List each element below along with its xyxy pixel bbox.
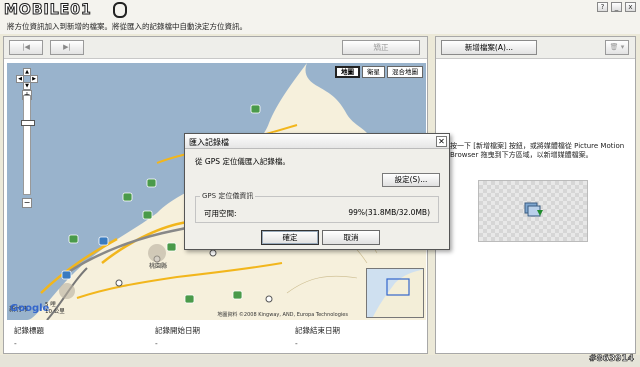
add-files-button[interactable]: 新增檔案(A)...	[441, 40, 537, 55]
record-title-value: -	[14, 339, 17, 348]
place-label-taoyuan: 桃園縣	[149, 263, 168, 270]
free-space-value: 99%(31.8MB/32.0MB)	[348, 208, 430, 217]
zoom-out-button[interactable]: −	[22, 198, 32, 208]
pan-right-icon[interactable]: ▶	[30, 75, 38, 83]
record-end-value: -	[295, 339, 298, 348]
zoom-slider-handle[interactable]	[21, 120, 35, 126]
correct-button[interactable]: 矯正	[342, 40, 420, 55]
dialog-title-bar[interactable]: 匯入記錄檔 ✕	[185, 134, 449, 149]
overview-minimap[interactable]	[366, 268, 424, 318]
logo-mark-icon	[113, 2, 127, 18]
mobile01-logo: MOBILE01	[4, 2, 92, 19]
record-start-header: 記錄開始日期	[155, 326, 200, 335]
window-controls: ? _ x	[597, 2, 636, 12]
settings-button[interactable]: 設定(S)...	[382, 173, 440, 187]
map-type-map[interactable]: 地圖	[335, 66, 360, 78]
gps-info-group: GPS 定位儀資訊 可用空間: 99%(31.8MB/32.0MB)	[195, 191, 439, 223]
map-scale: 5 哩 10 公里	[45, 302, 65, 316]
record-end-header: 記錄結束日期	[295, 326, 340, 335]
record-info: 記錄標題 記錄開始日期 記錄結束日期 - - -	[7, 320, 426, 352]
title-bar: MOBILE01 將方位資訊加入到新增的檔案。將從匯入的記錄檔中自動決定方位資訊…	[0, 0, 640, 34]
map-toolbar: |◀ ▶| 矯正	[4, 37, 427, 59]
record-start-value: -	[155, 339, 158, 348]
gps-info-group-title: GPS 定位儀資訊	[200, 191, 256, 201]
dialog-close-icon[interactable]: ✕	[436, 136, 447, 147]
instruction-text: 將方位資訊加入到新增的檔案。將從匯入的記錄檔中自動決定方位資訊。	[7, 22, 247, 31]
pan-down-icon[interactable]: ▼	[23, 82, 31, 90]
record-title-header: 記錄標題	[14, 326, 44, 335]
add-files-hint: 按一下 [新增檔案] 按鈕，或將媒體檔從 Picture Motion Brow…	[450, 142, 625, 159]
dialog-title: 匯入記錄檔	[189, 138, 229, 147]
dialog-message: 從 GPS 定位儀匯入記錄檔。	[195, 157, 290, 166]
ok-button[interactable]: 確定	[261, 230, 319, 245]
pan-control[interactable]: ▲ ◀ ▶ ▼	[16, 68, 38, 90]
cancel-button[interactable]: 取消	[322, 230, 380, 245]
files-panel: 新增檔案(A)... 🗑 ▾ 按一下 [新增檔案] 按鈕，或將媒體檔從 Pict…	[435, 36, 636, 354]
previous-button[interactable]: |◀	[9, 40, 43, 55]
map-type-selector: 地圖 衛星 混合地圖	[335, 66, 423, 78]
status-bar	[0, 355, 640, 367]
google-logo: Google	[10, 303, 50, 314]
zoom-slider[interactable]	[23, 95, 31, 195]
close-window-button[interactable]: x	[625, 2, 636, 12]
scale-miles: 5 哩	[45, 302, 56, 308]
minimize-button[interactable]: _	[611, 2, 622, 12]
import-log-dialog: 匯入記錄檔 ✕ 從 GPS 定位儀匯入記錄檔。 設定(S)... GPS 定位儀…	[184, 133, 450, 250]
file-drop-zone[interactable]	[478, 180, 588, 242]
next-button[interactable]: ▶|	[50, 40, 84, 55]
map-copyright: 地圖資料 ©2008 Kingway, AND, Europa Technolo…	[217, 312, 348, 318]
map-type-satellite[interactable]: 衛星	[362, 66, 385, 78]
delete-files-button[interactable]: 🗑 ▾	[605, 40, 629, 55]
watermark-id: #863914	[588, 354, 635, 365]
files-toolbar: 新增檔案(A)... 🗑 ▾	[436, 37, 635, 59]
help-button[interactable]: ?	[597, 2, 608, 12]
scale-km: 10 公里	[45, 309, 65, 315]
zoom-control: ▲ ◀ ▶ ▼ + −	[16, 68, 40, 208]
free-space-label: 可用空間:	[204, 209, 237, 218]
photo-import-icon	[524, 202, 543, 217]
map-type-hybrid[interactable]: 混合地圖	[387, 66, 423, 78]
